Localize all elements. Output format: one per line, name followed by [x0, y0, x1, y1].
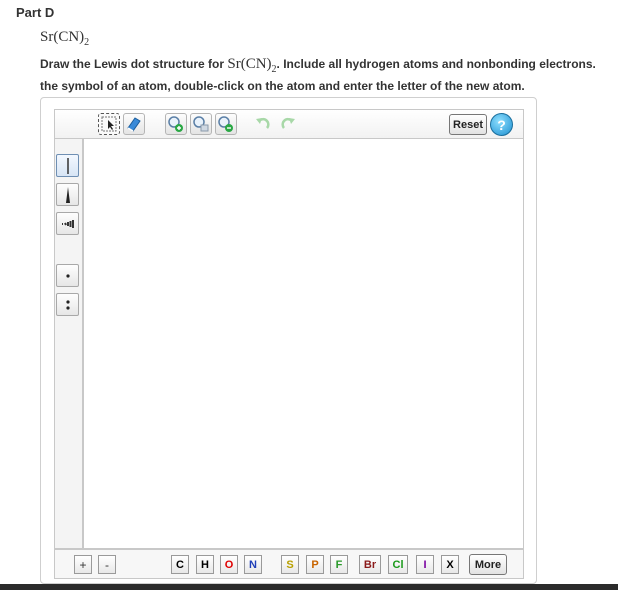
atom-f-button[interactable]: F: [330, 555, 348, 574]
undo-tool-button[interactable]: [252, 113, 274, 135]
zoom-in-tool-button[interactable]: [165, 113, 187, 135]
dashed-bond-button[interactable]: [56, 212, 79, 235]
atom-x-button[interactable]: X: [441, 555, 459, 574]
zoom-fit-tool-button[interactable]: [190, 113, 212, 135]
lone-pair-button[interactable]: [56, 293, 79, 316]
redo-tool-button[interactable]: [277, 113, 299, 135]
atom-o-button[interactable]: O: [220, 555, 238, 574]
charge-minus-button[interactable]: -: [98, 555, 116, 574]
instruction-formula-main: Sr(CN): [227, 56, 272, 72]
question-formula: Sr(CN)2: [40, 29, 89, 48]
charge-plus-button[interactable]: +: [74, 555, 92, 574]
help-question-icon: ?: [497, 116, 506, 133]
instructions: Draw the Lewis dot structure for Sr(CN)2…: [40, 56, 618, 94]
dashed-bond-icon: [61, 219, 74, 228]
atom-n-button[interactable]: N: [244, 555, 262, 574]
instruction-line-2: the symbol of an atom, double-click on t…: [40, 79, 525, 93]
single-bond-button[interactable]: [56, 154, 79, 177]
help-button[interactable]: ?: [490, 113, 513, 136]
single-bond-icon: [66, 157, 69, 174]
atom-c-button[interactable]: C: [171, 555, 189, 574]
eraser-tool-button[interactable]: [123, 113, 145, 135]
formula-subscript: 2: [84, 37, 90, 48]
atom-br-button[interactable]: Br: [359, 555, 381, 574]
atom-cl-button[interactable]: Cl: [388, 555, 408, 574]
select-tool-button[interactable]: [98, 113, 120, 135]
eraser-icon: [127, 117, 141, 132]
wedge-bond-icon: [65, 186, 70, 203]
instruction-text-post: . Include all hydrogen atoms and nonbond…: [276, 57, 596, 71]
undo-icon: [256, 117, 270, 129]
single-dot-icon: [65, 273, 70, 278]
drawing-canvas[interactable]: [83, 138, 524, 549]
double-dot-icon: [65, 299, 70, 310]
zoom-out-tool-button[interactable]: [215, 113, 237, 135]
select-arrow-icon: [101, 116, 117, 132]
atom-h-button[interactable]: H: [196, 555, 214, 574]
atom-p-button[interactable]: P: [306, 555, 324, 574]
zoom-fit-icon: [193, 116, 209, 132]
wedge-bond-button[interactable]: [56, 183, 79, 206]
page-bottom-bar: [0, 584, 618, 590]
instruction-text-pre: Draw the Lewis dot structure for: [40, 57, 228, 71]
more-atoms-button[interactable]: More: [469, 554, 507, 575]
zoom-out-icon: [218, 116, 233, 132]
atom-s-button[interactable]: S: [281, 555, 299, 574]
reset-button[interactable]: Reset: [449, 114, 487, 135]
redo-icon: [281, 117, 295, 129]
atom-i-button[interactable]: I: [416, 555, 434, 574]
formula-main: Sr(CN): [40, 29, 85, 45]
instruction-formula: Sr(CN)2: [227, 56, 276, 75]
lone-electron-button[interactable]: [56, 264, 79, 287]
part-title: Part D: [16, 5, 55, 20]
zoom-in-icon: [168, 116, 183, 132]
